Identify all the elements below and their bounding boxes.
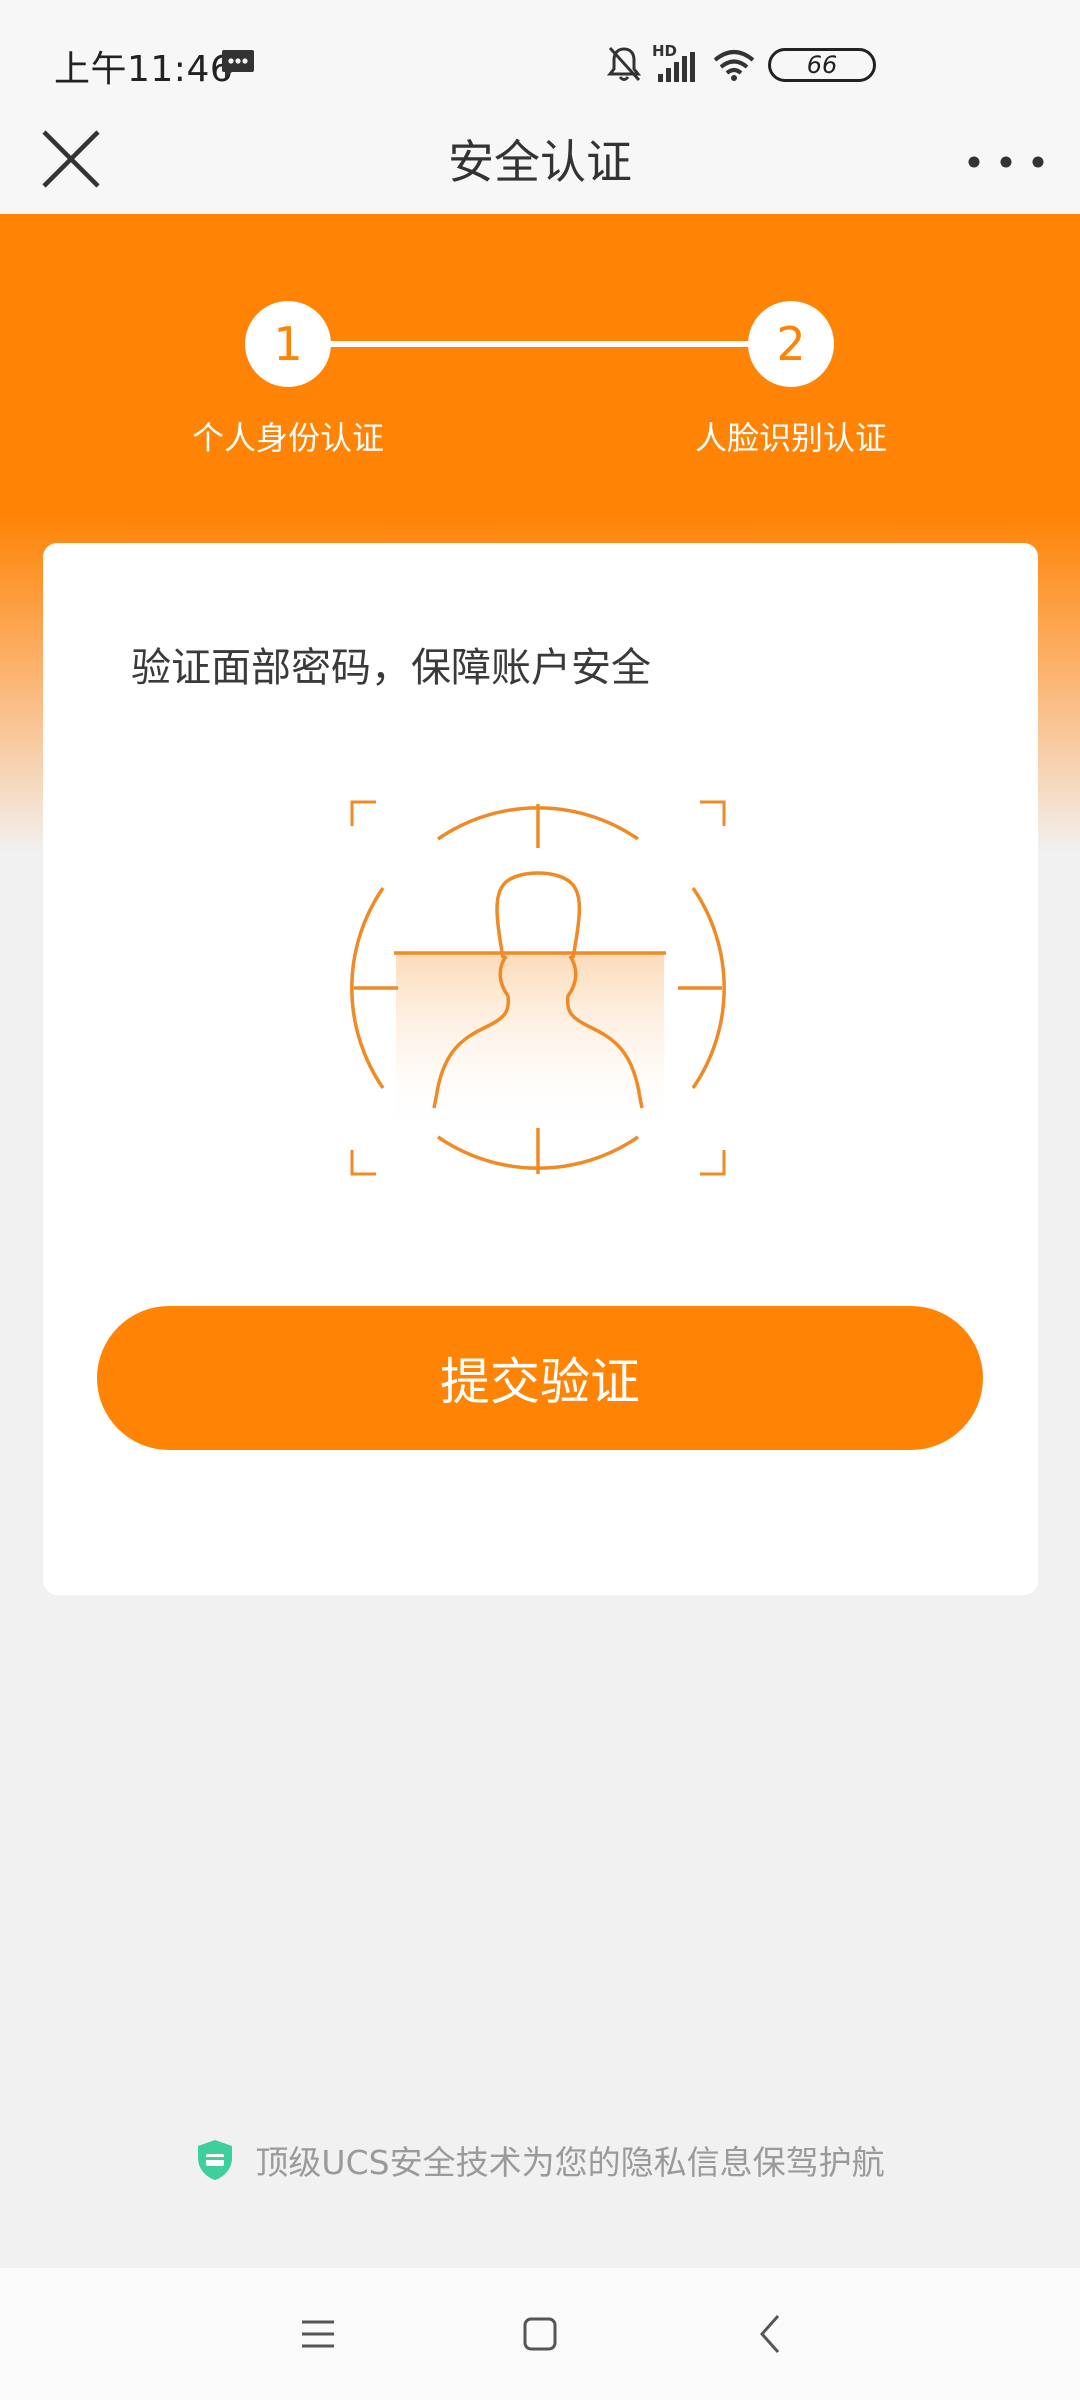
nav-bar: 安全认证 <box>0 108 1080 215</box>
verification-card: 验证面部密码，保障账户安全 提交验证 <box>43 543 1038 1595</box>
security-note-text: 顶级UCS安全技术为您的隐私信息保驾护航 <box>255 2143 885 2182</box>
status-time: 上午11:46 <box>54 49 234 90</box>
more-dots-icon[interactable] <box>962 142 1050 182</box>
face-scan-icon <box>350 800 726 1176</box>
step-2-number: 2 <box>776 317 806 371</box>
step-2-label: 人脸识别认证 <box>694 419 887 457</box>
battery-level: 66 <box>806 51 838 79</box>
mute-bell-icon <box>606 46 642 82</box>
page-title: 安全认证 <box>448 135 632 189</box>
step-1-circle: 1 <box>245 301 331 387</box>
home-icon[interactable] <box>522 2312 558 2356</box>
step-1-label: 个人身份认证 <box>191 419 384 457</box>
step-2-circle: 2 <box>748 301 834 387</box>
menu-icon[interactable] <box>300 2312 336 2356</box>
system-nav-bar <box>0 2268 1080 2400</box>
shield-icon <box>198 2140 233 2180</box>
status-bar: 上午11:46 HD 66 <box>0 0 1080 108</box>
card-description: 验证面部密码，保障账户安全 <box>131 645 651 691</box>
wifi-icon <box>713 50 755 81</box>
message-icon <box>222 50 254 78</box>
step-connector <box>288 341 793 347</box>
back-icon[interactable] <box>752 2312 788 2356</box>
battery-icon: 66 <box>768 48 876 82</box>
submit-verify-button[interactable]: 提交验证 <box>97 1306 983 1450</box>
signal-icon <box>658 52 695 82</box>
step-1-number: 1 <box>273 317 303 371</box>
security-note: 顶级UCS安全技术为您的隐私信息保驾护航 <box>0 2136 1080 2184</box>
